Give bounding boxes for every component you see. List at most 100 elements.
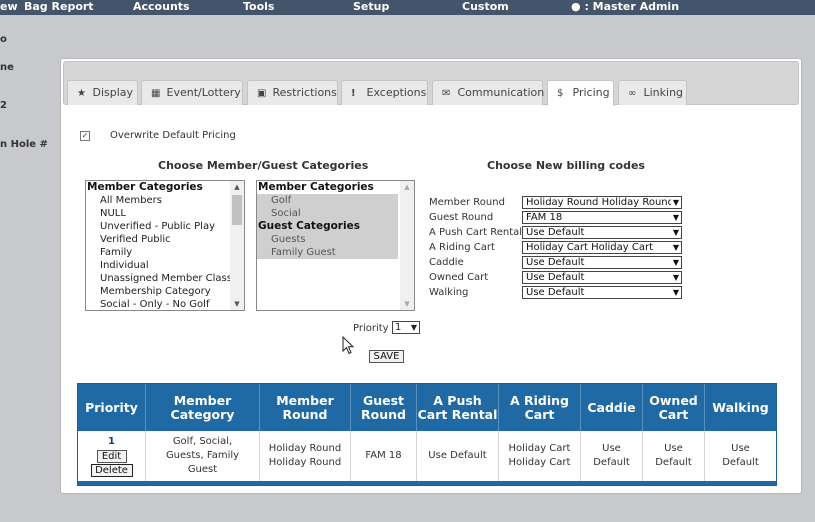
billing-label-member-round: Member Round (429, 197, 505, 208)
star-icon: ★ (77, 88, 86, 99)
list-item[interactable]: Membership Category (86, 285, 244, 298)
listbox-scrollbar[interactable]: ▲ ▼ (230, 181, 244, 310)
select-value: 1 (395, 322, 402, 333)
caddie-select[interactable]: Use Default ▼ (522, 256, 682, 269)
chevron-down-icon: ▼ (670, 197, 679, 208)
link-icon: ∞ (628, 88, 637, 99)
tab-label: Linking (643, 86, 684, 99)
select-value: Use Default (526, 272, 585, 283)
billing-label-guest-round: Guest Round (429, 212, 494, 223)
column-header: Owned Cart (643, 384, 705, 431)
nav-item-bag-report[interactable]: Bag Report (24, 0, 94, 13)
scroll-down-icon[interactable]: ▼ (400, 298, 414, 310)
riding-cart-cell: Holiday Cart Holiday Cart (499, 431, 581, 481)
user-menu[interactable]: ● : Master Admin (571, 0, 679, 13)
listbox-scrollbar[interactable]: ▲ ▼ (400, 181, 414, 310)
nav-item-accounts[interactable]: Accounts (133, 0, 190, 13)
list-item[interactable]: Golf (257, 194, 398, 207)
select-value: Holiday Cart Holiday Cart (526, 242, 653, 253)
tab-linking[interactable]: ∞ Linking (618, 80, 687, 105)
overwrite-checkbox[interactable]: ✓ (80, 131, 90, 141)
list-item[interactable]: Social - Only - No Golf (86, 298, 244, 310)
user-name: : Master Admin (584, 0, 680, 13)
nav-item-tools[interactable]: Tools (243, 0, 274, 13)
list-item[interactable]: Family Guest (257, 246, 398, 259)
pricing-panel: ★ Display ▦ Event/Lottery ▣ Restrictions… (60, 58, 802, 494)
push-cart-select[interactable]: Use Default ▼ (522, 226, 682, 239)
column-header: Caddie (581, 384, 643, 431)
list-item[interactable]: All Members (86, 194, 244, 207)
billing-heading: Choose New billing codes (487, 159, 645, 172)
categories-heading: Choose Member/Guest Categories (158, 159, 369, 172)
tab-pricing[interactable]: $ Pricing (547, 80, 614, 106)
owned-cart-select[interactable]: Use Default ▼ (522, 271, 682, 284)
list-item[interactable]: Family (86, 246, 244, 259)
select-value: FAM 18 (526, 212, 563, 223)
member-round-select[interactable]: Holiday Round Holiday Round ▼ (522, 196, 682, 209)
list-item[interactable]: Social (257, 207, 398, 220)
list-item[interactable]: Guests (257, 233, 398, 246)
scroll-up-icon[interactable]: ▲ (400, 181, 414, 193)
tab-label: Pricing (572, 86, 610, 99)
tab-display[interactable]: ★ Display (67, 80, 138, 105)
user-icon: ● (571, 0, 581, 13)
chevron-down-icon: ▼ (670, 242, 679, 253)
chevron-down-icon: ▼ (670, 227, 679, 238)
sidebar-fragment[interactable]: ne (0, 62, 14, 73)
riding-cart-select[interactable]: Holiday Cart Holiday Cart ▼ (522, 241, 682, 254)
sidebar-fragment[interactable]: 2 (0, 100, 7, 111)
column-header: Guest Round (351, 384, 417, 431)
delete-button[interactable]: Delete (90, 464, 133, 477)
sidebar-fragment[interactable]: n Hole # (0, 139, 48, 150)
list-item[interactable]: Verified Public (86, 233, 244, 246)
select-value: Use Default (526, 257, 585, 268)
lock-icon: ▣ (257, 88, 267, 99)
selected-categories-listbox[interactable]: Member Categories Golf Social Guest Cate… (256, 180, 415, 311)
priority-select[interactable]: 1 ▼ (392, 321, 420, 334)
chevron-down-icon: ▼ (670, 212, 679, 223)
list-item[interactable]: Unassigned Member Class (86, 272, 244, 285)
tab-bar: ★ Display ▦ Event/Lottery ▣ Restrictions… (63, 61, 799, 106)
tab-communication[interactable]: ✉ Communication (432, 80, 544, 105)
guest-round-cell: FAM 18 (351, 431, 417, 481)
select-value: Use Default (526, 227, 585, 238)
nav-item-custom[interactable]: Custom (462, 0, 509, 13)
save-button[interactable]: SAVE (369, 350, 404, 363)
member-categories-listbox[interactable]: Member Categories All Members NULL Unver… (85, 180, 245, 311)
mouse-cursor-icon (342, 336, 355, 355)
listbox-group: Member Categories (87, 181, 203, 193)
chevron-down-icon: ▼ (410, 323, 417, 332)
member-round-cell: Holiday Round Holiday Round (260, 431, 351, 481)
calendar-icon: ▦ (151, 88, 161, 99)
list-item[interactable]: Unverified - Public Play (86, 220, 244, 233)
sidebar-fragment[interactable]: o (0, 34, 7, 45)
nav-item-setup[interactable]: Setup (353, 0, 389, 13)
billing-label-push-cart: A Push Cart Rental (429, 227, 523, 238)
tab-event-lottery[interactable]: ▦ Event/Lottery (141, 80, 243, 105)
column-header: A Riding Cart (499, 384, 581, 431)
scroll-down-icon[interactable]: ▼ (230, 298, 244, 310)
tab-exceptions[interactable]: ! Exceptions (341, 80, 428, 105)
scroll-up-icon[interactable]: ▲ (230, 181, 244, 193)
chevron-down-icon: ▼ (670, 272, 679, 283)
guest-round-select[interactable]: FAM 18 ▼ (522, 211, 682, 224)
edit-button[interactable]: Edit (96, 450, 127, 463)
walking-select[interactable]: Use Default ▼ (522, 286, 682, 299)
select-value: Use Default (526, 287, 585, 298)
chevron-down-icon: ▼ (670, 287, 679, 298)
top-nav: ew Bag Report Accounts Tools Setup Custo… (0, 0, 815, 15)
list-item[interactable]: Individual (86, 259, 244, 272)
tab-restrictions[interactable]: ▣ Restrictions (247, 80, 338, 105)
priority-label: Priority (353, 323, 389, 334)
scroll-thumb[interactable] (232, 195, 242, 225)
priority-value: 1 (108, 436, 115, 447)
listbox-group: Member Categories (258, 181, 374, 193)
member-category-cell: Golf, Social, Guests, Family Guest (146, 431, 260, 481)
caddie-cell: Use Default (581, 431, 643, 481)
nav-item-clipped[interactable]: ew (0, 0, 18, 13)
column-header: Priority (78, 384, 146, 431)
billing-label-caddie: Caddie (429, 257, 464, 268)
tab-label: Event/Lottery (166, 86, 241, 99)
list-item[interactable]: NULL (86, 207, 244, 220)
envelope-icon: ✉ (442, 88, 451, 99)
